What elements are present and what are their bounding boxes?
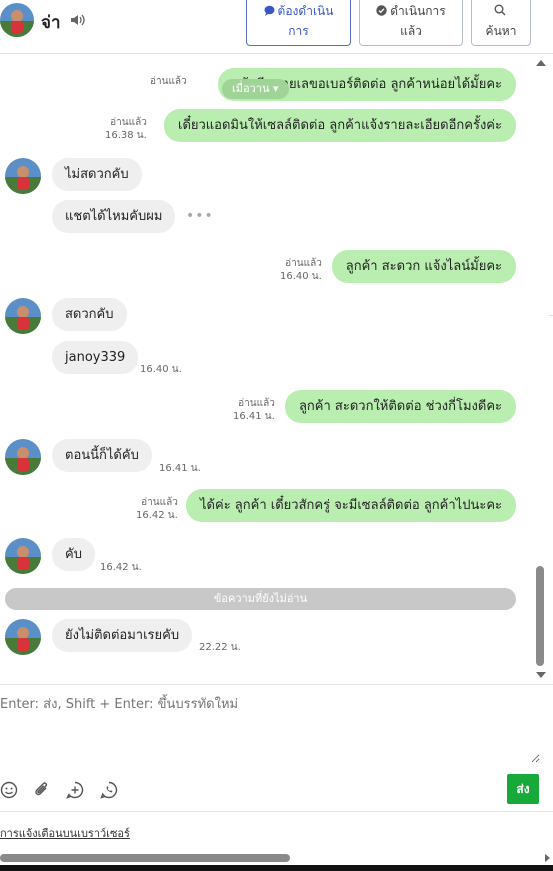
divider [549, 315, 553, 316]
scroll-right-arrow-icon[interactable] [545, 854, 550, 862]
contact-avatar[interactable] [0, 3, 34, 37]
incoming-message[interactable]: ไม่สดวกคับ [52, 158, 142, 191]
outgoing-message[interactable]: ลูกค้า สะดวกให้ติดต่อ ช่วงกี่โมงดีคะ [284, 390, 516, 423]
message-meta: อ่านแล้ว [150, 76, 187, 87]
contact-avatar[interactable] [5, 439, 41, 475]
send-button[interactable]: ส่ง [507, 774, 539, 804]
contact-avatar[interactable] [5, 619, 41, 655]
speaker-icon[interactable] [70, 12, 86, 26]
window-bottom-edge [0, 865, 553, 871]
more-options-icon[interactable]: ••• [186, 208, 214, 224]
message-meta: อ่านแล้ว 16.38 น. [105, 117, 147, 141]
message-time: 16.42 น. [100, 562, 142, 573]
composer: ส่ง [0, 684, 553, 811]
incoming-message[interactable]: janoy339 [52, 341, 139, 374]
horizontal-scrollbar[interactable] [0, 851, 553, 865]
message-time: 22.22 น. [199, 642, 241, 653]
incoming-message[interactable]: ยังไม่ติดต่อมาเรยคับ [52, 619, 193, 652]
incoming-message[interactable]: สดวกคับ [52, 298, 127, 331]
done-button[interactable]: ดำเนินการ แล้ว [359, 0, 463, 46]
scrollbar-thumb[interactable] [536, 566, 544, 666]
check-circle-icon [376, 3, 387, 22]
contact-avatar[interactable] [5, 158, 41, 194]
incoming-message[interactable]: คับ [52, 538, 95, 571]
chat-header: จ่า ต้องดำเนิน การ ดำเนินการ แล้ว ค้นหา [0, 0, 553, 54]
date-badge[interactable]: เมื่อวาน ▾ [222, 79, 289, 99]
message-time: 16.40 น. [140, 364, 182, 375]
attachment-icon[interactable] [33, 781, 51, 799]
contact-name: จ่า [41, 13, 61, 33]
chat-scrollbar[interactable] [531, 54, 553, 684]
message-list: อ่านแล้ว แล้วมีหมายเลขอเบอร์ติดต่อ ลูกค้… [0, 54, 531, 684]
contact-avatar[interactable] [5, 298, 41, 334]
notification-bar: การแจ้งเตือนบนเบราว์เซอร์ [0, 811, 553, 851]
unread-divider: ข้อความที่ยังไม่อ่าน [5, 588, 516, 610]
incoming-message[interactable]: แชตได้ไหมคับผม [52, 200, 176, 233]
message-meta: อ่านแล้ว 16.42 น. [136, 497, 178, 521]
outgoing-message[interactable]: ลูกค้า สะดวก แจ้งไลน์มั้ยคะ [331, 250, 516, 283]
emoji-icon[interactable] [0, 781, 18, 799]
message-meta: อ่านแล้ว 16.41 น. [233, 398, 275, 422]
contact-avatar[interactable] [5, 538, 41, 574]
message-meta: อ่านแล้ว 16.40 น. [280, 258, 322, 282]
avatar-image [0, 3, 34, 37]
outgoing-message[interactable]: เดี๋ยวแอดมินให้เซลล์ติดต่อ ลูกค้าแจ้งราย… [164, 109, 516, 142]
incoming-message[interactable]: ตอนนี้ก็ได้คับ [52, 439, 152, 472]
search-icon [494, 3, 506, 22]
message-input[interactable] [0, 693, 540, 763]
search-button[interactable]: ค้นหา [471, 0, 531, 46]
outgoing-message[interactable]: ได้ค่ะ ลูกค้า เดี๋ยวสักครู่ จะมีเซลล์ติด… [186, 489, 516, 522]
whatsapp-icon[interactable] [100, 781, 118, 799]
speech-bubble-icon [264, 3, 275, 22]
message-time: 16.41 น. [159, 463, 201, 474]
browser-notification-link[interactable]: การแจ้งเตือนบนเบราว์เซอร์ [0, 824, 130, 842]
hscrollbar-thumb[interactable] [0, 854, 290, 862]
needs-action-button[interactable]: ต้องดำเนิน การ [246, 0, 351, 46]
scroll-down-arrow-icon[interactable] [536, 672, 546, 678]
scroll-up-arrow-icon[interactable] [536, 60, 546, 66]
add-circle-icon[interactable] [66, 781, 84, 799]
